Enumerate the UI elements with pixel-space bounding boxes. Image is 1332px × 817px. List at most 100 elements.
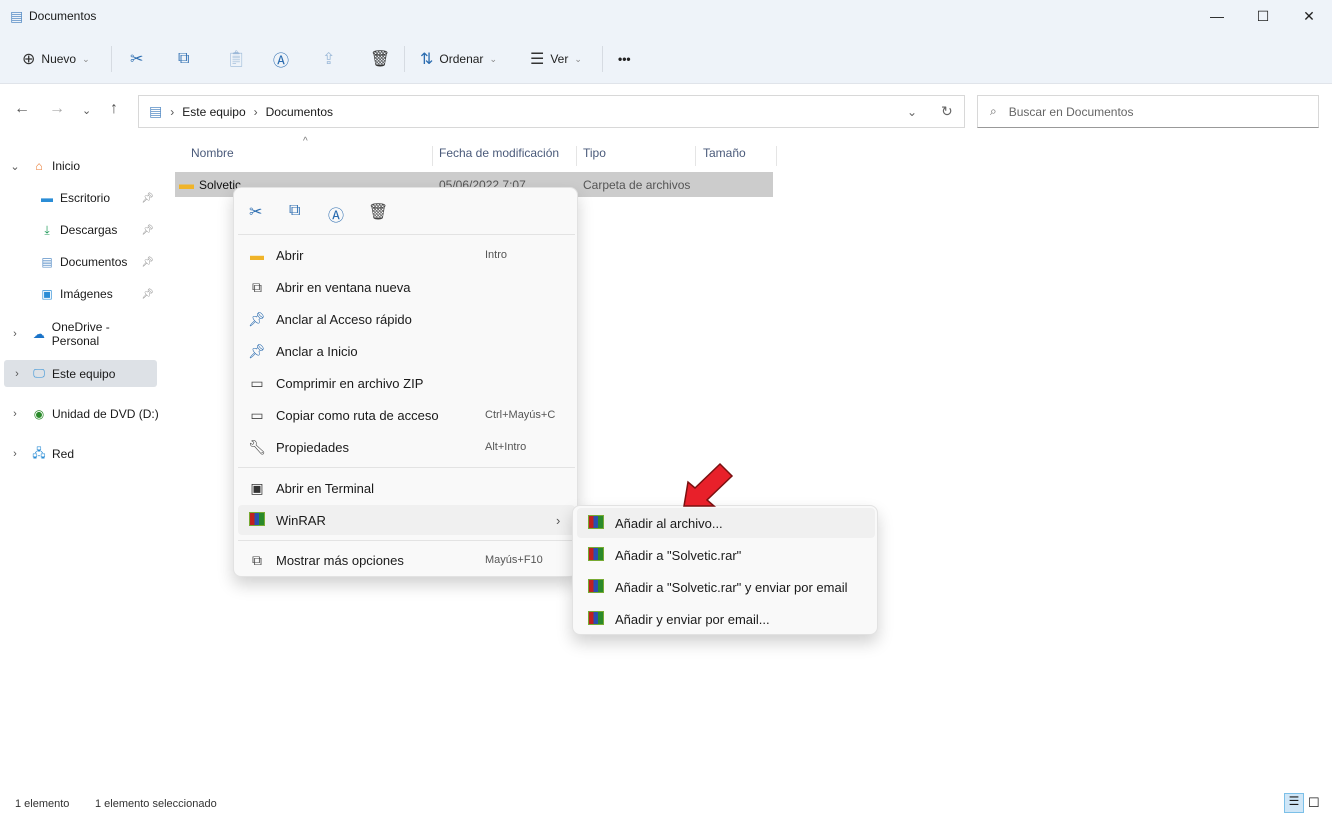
desktop-icon: ▬ [41,191,53,205]
details-view-button[interactable]: ☰ [1284,793,1304,813]
cut-button[interactable]: ✂ [130,44,143,74]
menu-item-copiar-ruta[interactable]: ▭ Copiar como ruta de acceso Ctrl+Mayús+C [238,400,575,430]
recent-locations-button[interactable]: ⌄ [82,104,91,117]
label: Documentos [60,255,128,269]
copy-icon: ⧉ [178,50,190,67]
tiles-view-button[interactable]: ☐ [1308,795,1320,811]
delete-icon[interactable]: 🗑︎ [368,202,388,222]
copy-button[interactable]: ⧉ [178,44,189,74]
cloud-icon: ☁ [32,327,45,341]
more-button[interactable]: ••• [618,44,631,74]
chevron-down-icon: ⌄ [489,53,497,64]
status-selected-count: 1 elemento seleccionado [95,798,217,810]
winrar-icon [588,610,604,625]
search-icon: ⌕ [990,104,997,118]
label: WinRAR [276,512,326,528]
search-input[interactable]: ⌕ Buscar en Documentos [977,95,1319,128]
label: Imágenes [60,287,113,301]
menu-item-anclar-acceso-rapido[interactable]: 📌︎ Anclar al Acceso rápido [238,304,575,334]
sidebar-item-onedrive[interactable]: › ☁ OneDrive - Personal [0,320,160,348]
address-dropdown-icon[interactable]: ⌄ [907,105,917,119]
submenu-item-anadir-rar[interactable]: Añadir a "Solvetic.rar" [577,540,875,570]
label: Abrir [276,247,304,263]
rename-button[interactable]: Ⓐ [273,44,289,74]
chevron-right-icon: › [15,367,19,380]
sidebar-item-documentos[interactable]: ▤ Documentos 📌︎ [8,249,160,275]
shortcut: Mayús+F10 [485,554,543,566]
window-title: Documentos [29,9,97,23]
sidebar-item-imagenes[interactable]: ▣ Imágenes 📌︎ [8,281,160,307]
label: Descargas [60,223,118,237]
breadcrumb-este-equipo[interactable]: Este equipo [182,105,245,119]
zip-folder-icon: ▭ [250,374,264,391]
pin-icon: 📌︎ [141,192,154,204]
chevron-right-icon: › [253,104,258,119]
up-button[interactable]: ↑ [110,100,118,118]
shortcut: Ctrl+Mayús+C [485,409,556,421]
delete-button[interactable]: 🗑︎ [370,44,390,74]
chevron-down-icon: ⌄ [574,53,582,64]
chevron-right-icon: › [170,104,175,119]
submenu-item-anadir-rar-email[interactable]: Añadir a "Solvetic.rar" y enviar por ema… [577,572,875,602]
view-label: Ver [550,52,569,66]
more-options-icon: ⧉ [252,551,262,568]
share-button[interactable]: ⇪ [322,44,335,74]
divider [404,46,405,72]
menu-item-comprimir-zip[interactable]: ▭ Comprimir en archivo ZIP [238,368,575,398]
network-icon: 🖧 [32,445,46,460]
rename-icon: Ⓐ [273,53,290,70]
column-fecha[interactable]: Fecha de modificación [433,146,577,166]
maximize-button[interactable]: ☐ [1240,0,1286,32]
menu-item-winrar[interactable]: WinRAR › [238,505,575,535]
rename-icon[interactable]: Ⓐ [328,202,344,226]
column-tamano[interactable]: Tamaño [697,146,777,166]
sidebar-item-dvd[interactable]: › ◉ Unidad de DVD (D:) [0,401,160,427]
pin-icon: 📌︎ [141,288,154,300]
context-menu: ✂ ⧉ Ⓐ 🗑︎ ▬ Abrir Intro ⧉ Abrir en ventana n… [233,187,578,577]
column-nombre[interactable]: Nombre [185,146,433,166]
winrar-icon [588,578,604,593]
sidebar-item-descargas[interactable]: ⤓ Descargas 📌︎ [8,217,160,243]
breadcrumb-documentos[interactable]: Documentos [266,105,333,119]
submenu-item-anadir-archivo[interactable]: Añadir al archivo... [577,508,875,538]
label: Anclar al Acceso rápido [276,311,412,327]
chevron-down-icon: ⌄ [82,53,90,64]
label: Comprimir en archivo ZIP [276,375,424,391]
plus-circle-icon: ⊕ [22,51,36,68]
red-arrow-annotation [683,462,734,507]
sort-icon: ⇅ [420,51,434,68]
winrar-submenu: Añadir al archivo... Añadir a "Solvetic.… [572,505,878,635]
paste-button[interactable]: 📋︎ [226,44,246,74]
shortcut: Alt+Intro [485,441,527,453]
sidebar-item-red[interactable]: › 🖧 Red [0,441,160,467]
cut-icon[interactable]: ✂ [249,202,262,222]
menu-item-abrir[interactable]: ▬ Abrir Intro [238,240,575,270]
view-button[interactable]: ☰ Ver ⌄ [530,44,582,74]
label: Añadir y enviar por email... [615,611,770,627]
computer-icon: 🖵 [33,366,45,380]
label: Copiar como ruta de acceso [276,407,439,423]
minimize-button[interactable]: — [1194,0,1240,32]
menu-item-anclar-inicio[interactable]: 📌︎ Anclar a Inicio [238,336,575,366]
sort-button[interactable]: ⇅ Ordenar ⌄ [420,44,497,74]
close-button[interactable]: ✕ [1286,0,1332,32]
documents-icon: ▤ [41,255,53,269]
sidebar-item-este-equipo[interactable]: › 🖵 Este equipo [4,360,157,387]
submenu-item-anadir-email[interactable]: Añadir y enviar por email... [577,604,875,634]
sidebar-item-inicio[interactable]: ⌄ ⌂ Inicio [0,153,160,179]
new-button[interactable]: ⊕ Nuevo ⌄ [22,44,90,74]
menu-item-mas-opciones[interactable]: ⧉ Mostrar más opciones Mayús+F10 [238,545,575,575]
divider [238,234,575,235]
back-button[interactable]: ← [14,100,30,118]
menu-item-propiedades[interactable]: 🔧︎ Propiedades Alt+Intro [238,432,575,462]
sidebar-item-escritorio[interactable]: ▬ Escritorio 📌︎ [8,185,160,211]
column-tipo[interactable]: Tipo [577,146,696,166]
menu-item-terminal[interactable]: ▣ Abrir en Terminal [238,473,575,503]
divider [602,46,603,72]
address-bar[interactable]: ▤ › Este equipo › Documentos ⌄ ↻ [138,95,965,128]
copy-icon[interactable]: ⧉ [289,202,300,220]
forward-button[interactable]: → [49,100,65,118]
refresh-icon[interactable]: ↻ [941,103,953,120]
menu-item-abrir-ventana-nueva[interactable]: ⧉ Abrir en ventana nueva [238,272,575,302]
divider [238,540,575,541]
